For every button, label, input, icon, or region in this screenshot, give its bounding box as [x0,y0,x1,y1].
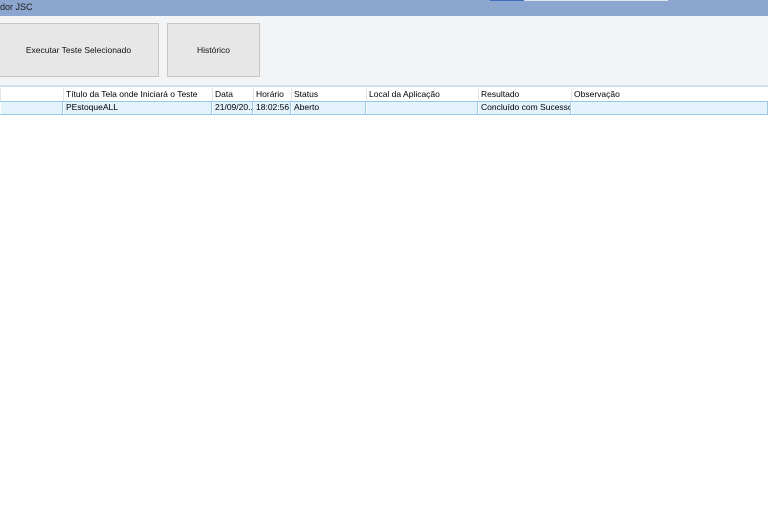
column-header-observation[interactable]: Observação [571,88,768,101]
history-button[interactable]: Histórico [167,23,260,77]
cell-result[interactable]: Concluído com Sucesso [478,102,571,114]
toolbar-divider [0,85,768,87]
window-title: dor JSC [0,2,33,12]
title-bar: dor JSC [0,0,768,16]
grid-header-row: Título da Tela onde Iniciará o Teste Dat… [0,88,768,101]
column-header-screen-title[interactable]: Título da Tela onde Iniciará o Teste [63,88,212,101]
cell-observation[interactable] [571,102,768,114]
cell-time[interactable]: 18:02:56 [253,102,291,114]
cell-date[interactable]: 21/09/20... [212,102,253,114]
tests-grid: Título da Tela onde Iniciará o Teste Dat… [0,88,768,115]
cell-screen-title[interactable]: PEstoqueALL [63,102,212,114]
toolbar: Executar Teste Selecionado Histórico [0,16,768,86]
column-header-result[interactable]: Resultado [478,88,571,101]
column-header-status[interactable]: Status [291,88,366,101]
cell-status[interactable]: Aberto [291,102,366,114]
column-header-app-location[interactable]: Local da Aplicação [366,88,478,101]
title-bar-strip-accent [490,0,524,1]
cell-blank[interactable] [0,102,63,114]
column-header-blank[interactable] [0,88,63,101]
cell-app-location[interactable] [366,102,478,114]
column-header-date[interactable]: Data [212,88,253,101]
table-row[interactable]: PEstoqueALL 21/09/20... 18:02:56 Aberto … [0,101,768,115]
column-header-time[interactable]: Horário [253,88,291,101]
execute-selected-test-button[interactable]: Executar Teste Selecionado [0,23,159,77]
